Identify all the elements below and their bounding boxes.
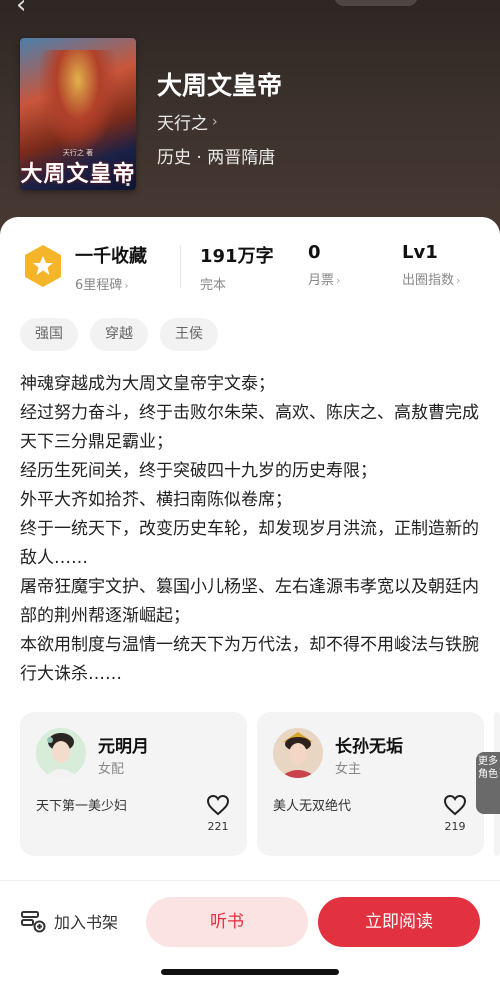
popularity-stat[interactable]: Lv1 出圈指数 › [402, 242, 460, 288]
like-count: 221 [207, 820, 229, 833]
synopsis-line: 本欲用制度与温情一统天下为万代法，却不得不用峻法与铁腕行大诛杀…… [20, 635, 479, 684]
character-card[interactable]: 元明月 女配 天下第一美少妇 221 [20, 712, 247, 856]
like-count: 219 [444, 820, 466, 833]
synopsis-line: 经历生死间关，终于突破四十九岁的历史寿限； [20, 461, 377, 481]
tag-chip[interactable]: 王侯 [160, 318, 218, 351]
synopsis-line: 终于一统天下，改变历史车轮，却发现岁月洪流，正制造新的敌人…… [20, 519, 479, 568]
stats-row: 一千收藏 6里程碑 › 191万字 完本 0 月票 › Lv1 出圈指数 › [0, 242, 500, 294]
character-name: 长孙无垢 [335, 737, 403, 757]
monthly-ticket-stat[interactable]: 0 月票 › [308, 242, 340, 288]
word-count-value: 191万字 [200, 246, 274, 267]
cover-title: 大周文皇帝 [20, 161, 136, 187]
book-cover[interactable]: 天行之 著 大周文皇帝 ▪ [20, 38, 136, 190]
book-title: 大周文皇帝 [157, 71, 283, 100]
synopsis-line: 屠帝狂魔宇文护、篡国小儿杨坚、左右逢源韦孝宽以及朝廷内部的荆州帮逐渐崛起； [20, 577, 479, 626]
level-value: Lv1 [402, 242, 438, 263]
bookshelf-add-icon [21, 911, 46, 933]
synopsis[interactable]: 神魂穿越成为大周文皇帝宇文泰； 经过努力奋斗，终于击败尔朱荣、高欢、陈庆之、高敖… [20, 370, 482, 689]
read-now-button[interactable]: 立即阅读 [318, 897, 480, 947]
heart-icon [206, 794, 230, 816]
stats-divider [180, 246, 181, 288]
word-count-stat: 191万字 完本 [200, 242, 274, 293]
character-cards: 元明月 女配 天下第一美少妇 221 长孙无垢 女主 美人无双绝代 219 [20, 712, 500, 856]
milestone-stat[interactable]: 一千收藏 6里程碑 › [75, 242, 147, 293]
collection-value: 一千收藏 [75, 246, 147, 267]
status-label: 完本 [200, 278, 227, 293]
cover-figure [40, 50, 116, 150]
home-indicator[interactable] [161, 969, 339, 975]
medal-icon [25, 245, 61, 287]
listen-button[interactable]: 听书 [146, 897, 308, 947]
add-to-shelf-button[interactable]: 加入书架 [20, 909, 118, 933]
character-role: 女配 [98, 762, 125, 777]
add-to-shelf-label: 加入书架 [54, 913, 119, 932]
publisher-logo: ▪ [125, 181, 130, 188]
back-icon[interactable]: ‹ [16, 0, 46, 18]
character-avatar [273, 728, 323, 778]
character-card[interactable]: 长孙无垢 女主 美人无双绝代 219 [257, 712, 484, 856]
synopsis-line: 经过努力奋斗，终于击败尔朱荣、高欢、陈庆之、高敖曹完成天下三分鼎足霸业； [20, 403, 479, 452]
author-link[interactable]: 天行之 › [157, 109, 218, 135]
like-button[interactable]: 219 [442, 794, 468, 833]
like-button[interactable]: 221 [205, 794, 231, 833]
author-name: 天行之 [157, 114, 208, 134]
character-desc: 天下第一美少妇 [36, 799, 128, 814]
tag-chip[interactable]: 穿越 [90, 318, 148, 351]
tag-chip[interactable]: 强国 [20, 318, 78, 351]
milestone-label: 6里程碑 › [75, 278, 129, 293]
book-genre: 历史 · 两晋隋唐 [157, 148, 276, 168]
character-name: 元明月 [98, 737, 149, 757]
ticket-value: 0 [308, 242, 321, 263]
more-characters-button[interactable]: 更多角色 [476, 752, 500, 814]
ticket-label: 月票 › [308, 273, 341, 288]
synopsis-line: 外平大齐如拾芥、横扫南陈似卷席； [20, 490, 292, 510]
character-desc: 美人无双绝代 [273, 799, 352, 814]
synopsis-line: 神魂穿越成为大周文皇帝宇文泰； [20, 374, 275, 394]
chevron-right-icon: › [212, 113, 218, 130]
character-avatar [36, 728, 86, 778]
top-pill-button[interactable] [334, 0, 418, 6]
character-role: 女主 [335, 762, 362, 777]
popularity-label: 出圈指数 › [402, 273, 461, 288]
tag-list: 强国 穿越 王侯 [20, 318, 218, 351]
heart-icon [443, 794, 467, 816]
